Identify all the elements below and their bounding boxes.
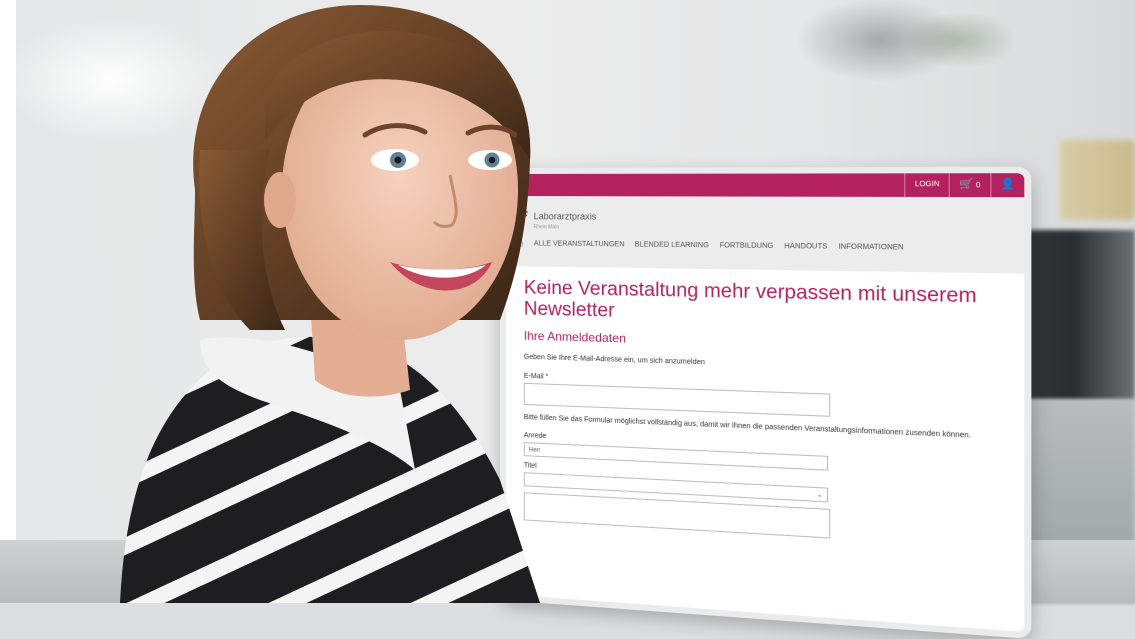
cart-button[interactable]: 🛒 0 xyxy=(948,173,990,198)
chevron-down-icon: ⌄ xyxy=(816,492,823,500)
login-link[interactable]: LOGIN xyxy=(904,173,949,198)
nav-item-blended-learning[interactable]: BLENDED LEARNING xyxy=(635,241,709,249)
nav-item-alle-veranstaltungen[interactable]: ALLE VERANSTALTUNGEN xyxy=(534,240,625,248)
newsletter-form: Keine Veranstaltung mehr verpassen mit u… xyxy=(506,266,1024,550)
page-title: Keine Veranstaltung mehr verpassen mit u… xyxy=(523,277,977,322)
intro-text: Geben Sie Ihre E-Mail-Adresse ein, um si… xyxy=(523,353,705,367)
website-topbar: LOGIN 🛒 0 👤 xyxy=(505,173,1025,198)
nav-item-informationen[interactable]: INFORMATIONEN xyxy=(838,243,903,251)
logo-name: Laborarztpraxis xyxy=(533,211,597,222)
user-icon[interactable]: 👤 xyxy=(989,173,1025,198)
cart-count: 0 xyxy=(975,181,981,190)
section-title: Ihre Anmeldedaten xyxy=(523,328,626,346)
logo-mark-icon: ƒ xyxy=(519,209,529,227)
anrede-value: Herr xyxy=(528,447,541,455)
cart-icon: 🛒 xyxy=(959,178,974,191)
nav-item-fortbildung[interactable]: FORTBILDUNG xyxy=(720,242,774,250)
monitor-screen: LOGIN 🛒 0 👤 ƒ Laborarztpraxis Rhein Main… xyxy=(500,166,1032,639)
home-icon[interactable]: ⌂ xyxy=(518,238,524,249)
website-header: ƒ Laborarztpraxis Rhein Main ⌂ ALLE VERA… xyxy=(505,196,1025,274)
nav-item-handouts[interactable]: HANDOUTS xyxy=(784,243,827,251)
main-nav: ⌂ ALLE VERANSTALTUNGEN BLENDED LEARNING … xyxy=(518,238,904,254)
logo[interactable]: ƒ Laborarztpraxis Rhein Main xyxy=(520,206,597,231)
logo-tagline: Rhein Main xyxy=(533,224,560,231)
image-border xyxy=(0,0,16,603)
blurred-binders xyxy=(1060,140,1135,220)
